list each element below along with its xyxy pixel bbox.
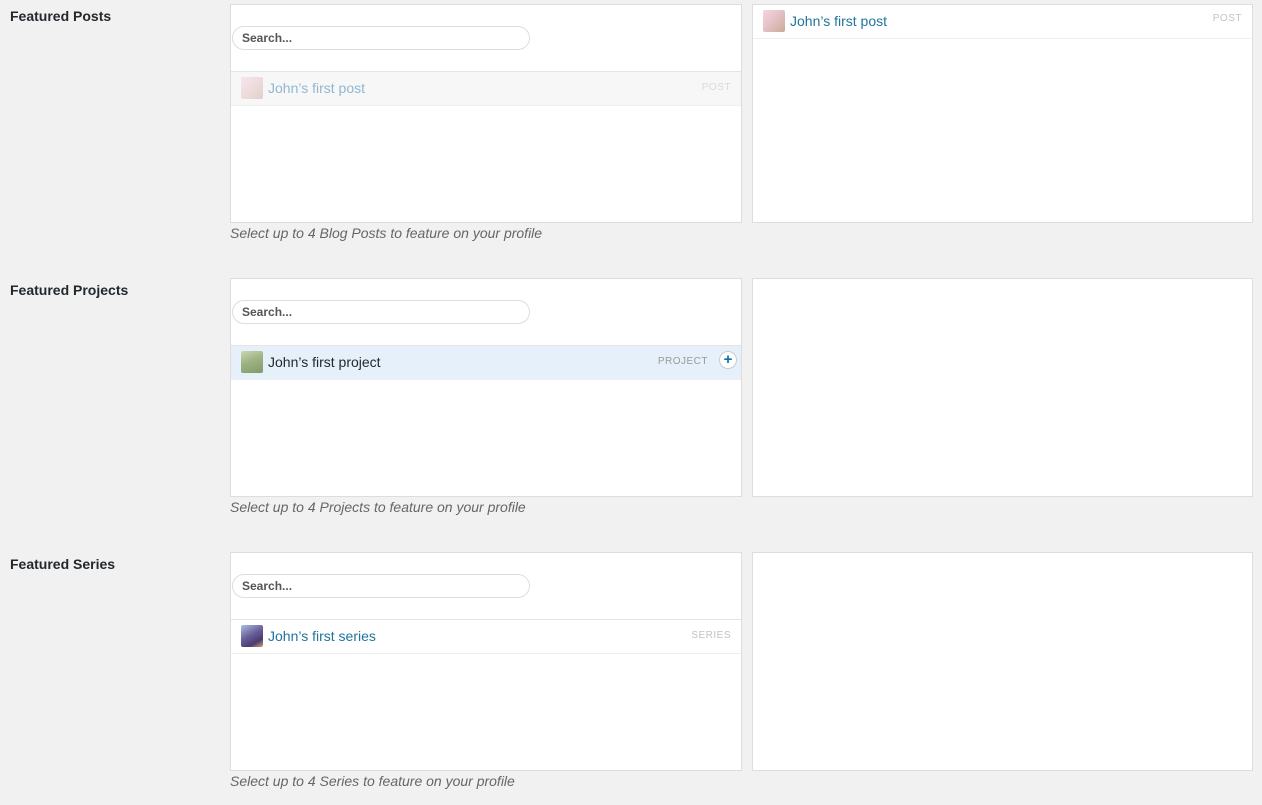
item-type-label: POST bbox=[1212, 13, 1242, 24]
item-title: John’s first project bbox=[268, 354, 381, 370]
section-description: Select up to 4 Series to feature on your… bbox=[230, 773, 515, 789]
item-type-label: PROJECT bbox=[657, 356, 708, 367]
search-input[interactable] bbox=[232, 26, 530, 50]
item-title: John’s first series bbox=[268, 628, 376, 644]
series-thumbnail-icon bbox=[241, 625, 263, 647]
featured-series-section: Featured Series John’s first series SERI… bbox=[0, 548, 1262, 805]
search-results-list: John’s first series SERIES bbox=[231, 619, 741, 654]
search-input[interactable] bbox=[232, 574, 530, 598]
selected-items-box bbox=[752, 552, 1253, 771]
section-title: Featured Series bbox=[10, 556, 116, 572]
section-title: Featured Projects bbox=[10, 282, 129, 298]
search-input[interactable] bbox=[232, 300, 530, 324]
selected-items-box bbox=[752, 278, 1253, 497]
post-thumbnail-icon bbox=[241, 77, 263, 99]
available-items-box: John’s first post POST bbox=[230, 4, 742, 223]
result-item[interactable]: John’s first series SERIES bbox=[231, 620, 741, 654]
project-thumbnail-icon bbox=[241, 351, 263, 373]
item-type-label: SERIES bbox=[691, 630, 731, 641]
selected-items-list: John’s first post POST bbox=[753, 5, 1252, 39]
section-description: Select up to 4 Projects to feature on yo… bbox=[230, 499, 526, 515]
add-item-button[interactable]: + bbox=[719, 351, 737, 369]
search-results-list: John’s first project PROJECT + bbox=[231, 345, 741, 380]
selected-items-box: John’s first post POST bbox=[752, 4, 1253, 223]
section-title: Featured Posts bbox=[10, 8, 112, 24]
item-title: John’s first post bbox=[790, 13, 888, 29]
item-title: John’s first post bbox=[268, 80, 366, 96]
result-item[interactable]: John’s first post POST bbox=[231, 72, 741, 106]
result-item[interactable]: John’s first project PROJECT + bbox=[231, 346, 741, 380]
item-type-label: POST bbox=[701, 82, 731, 93]
post-thumbnail-icon bbox=[763, 10, 785, 32]
featured-posts-section: Featured Posts John’s first post POST Jo… bbox=[0, 0, 1262, 274]
search-results-list: John’s first post POST bbox=[231, 71, 741, 106]
available-items-box: John’s first project PROJECT + bbox=[230, 278, 742, 497]
section-description: Select up to 4 Blog Posts to feature on … bbox=[230, 225, 543, 241]
selected-item[interactable]: John’s first post POST bbox=[753, 5, 1252, 39]
available-items-box: John’s first series SERIES bbox=[230, 552, 742, 771]
featured-projects-section: Featured Projects John’s first project P… bbox=[0, 274, 1262, 548]
